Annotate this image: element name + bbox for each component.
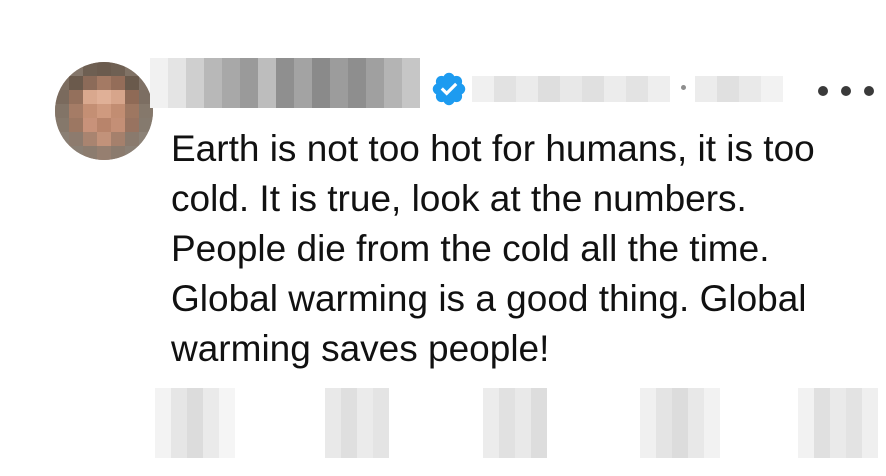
pixelated-avatar-icon <box>55 62 153 160</box>
more-options-icon <box>818 86 828 96</box>
views-button[interactable] <box>640 388 720 458</box>
more-options-icon-dot <box>841 86 851 96</box>
avatar[interactable] <box>55 62 153 160</box>
post-header <box>150 58 886 108</box>
share-button[interactable] <box>798 388 878 458</box>
post-text: Earth is not too hot for humans, it is t… <box>171 128 815 369</box>
reply-button[interactable] <box>155 388 235 458</box>
post-timestamp[interactable] <box>695 76 783 102</box>
like-button[interactable] <box>483 388 547 458</box>
repost-button[interactable] <box>325 388 389 458</box>
author-handle[interactable] <box>472 76 670 102</box>
action-bar <box>0 388 886 458</box>
more-options-button[interactable] <box>818 78 874 104</box>
author-name[interactable] <box>150 58 420 108</box>
more-options-icon-dot <box>864 86 874 96</box>
verified-badge-icon <box>432 72 466 106</box>
separator-dot <box>681 85 686 90</box>
